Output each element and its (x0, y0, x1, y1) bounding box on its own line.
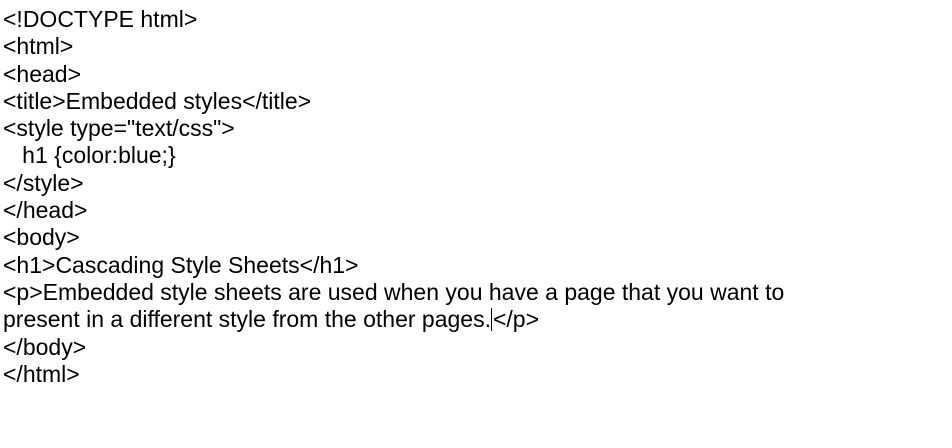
code-line: </head> (3, 197, 88, 224)
text-caret (490, 308, 492, 332)
code-document[interactable]: <!DOCTYPE html> <html> <head> <title>Emb… (0, 0, 952, 448)
code-line: <p>Embedded style sheets are used when y… (3, 278, 785, 305)
code-line: </body> (3, 333, 87, 360)
code-line: <style type="text/css"> (3, 115, 235, 142)
code-line-text: present in a different style from the ot… (3, 306, 491, 333)
code-line: <h1>Cascading Style Sheets</h1> (3, 251, 359, 278)
code-line: <title>Embedded styles</title> (3, 87, 312, 114)
code-line-tail: </p> (492, 306, 540, 333)
code-line: <head> (3, 60, 82, 87)
code-line: <html> (3, 33, 74, 60)
code-line: </style> (3, 169, 84, 196)
code-line-with-caret: present in a different style from the ot… (3, 306, 952, 333)
code-line: <!DOCTYPE html> (3, 6, 198, 32)
code-line: </html> (3, 360, 80, 387)
code-line: <body> (3, 224, 80, 251)
code-line: h1 {color:blue;} (3, 142, 176, 169)
